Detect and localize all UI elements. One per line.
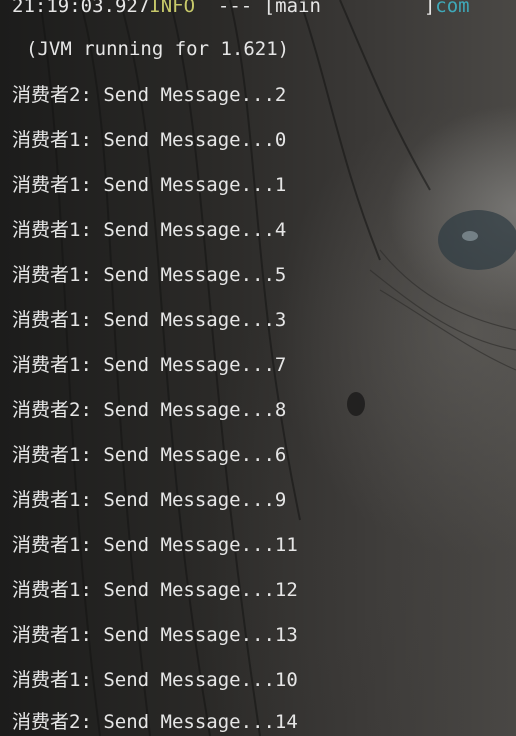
jvm-running-line: (JVM running for 1.621): [26, 38, 290, 60]
message-line: 消费者1: Send Message...3: [12, 309, 287, 331]
message-line: 消费者2: Send Message...8: [12, 399, 287, 421]
log-thread: main: [275, 0, 321, 17]
terminal-output: 21:19:03.927INFO --- [main ]com (JVM run…: [0, 0, 516, 736]
log-logger: com: [435, 0, 470, 17]
message-line: 消费者1: Send Message...10: [12, 669, 298, 691]
message-line: 消费者2: Send Message...2: [12, 84, 287, 106]
message-line: 消费者1: Send Message...5: [12, 264, 287, 286]
message-line: 消费者1: Send Message...13: [12, 624, 298, 646]
message-line: 消费者1: Send Message...6: [12, 444, 287, 466]
log-separator: --- [: [195, 0, 276, 17]
log-timestamp: 21:19:03.927: [12, 0, 150, 17]
message-line: 消费者1: Send Message...0: [12, 129, 287, 151]
log-thread-bracket: ]: [320, 0, 436, 17]
message-line: 消费者1: Send Message...1: [12, 174, 287, 196]
message-line: 消费者2: Send Message...14: [12, 711, 298, 733]
message-line: 消费者1: Send Message...12: [12, 579, 298, 601]
message-line: 消费者1: Send Message...9: [12, 489, 287, 511]
message-line: 消费者1: Send Message...4: [12, 219, 287, 241]
message-line: 消费者1: Send Message...11: [12, 534, 298, 556]
log-level: INFO: [149, 0, 196, 17]
log-header-line: 21:19:03.927INFO --- [main ]com: [12, 0, 470, 20]
message-line: 消费者1: Send Message...7: [12, 354, 287, 376]
